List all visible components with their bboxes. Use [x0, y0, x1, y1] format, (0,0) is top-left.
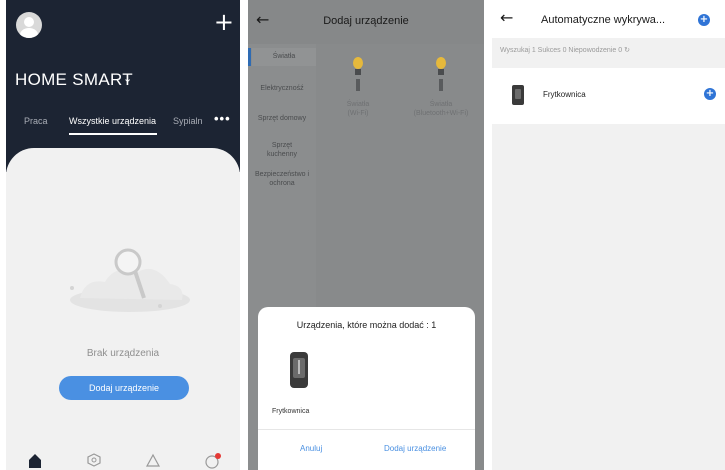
page-title: Automatyczne wykrywa...	[541, 14, 666, 26]
add-device-confirm-button[interactable]: Dodaj urządzenie	[384, 444, 446, 453]
discovered-devices-sheet: Urządzenia, które można dodać : 1 Frytko…	[258, 307, 475, 470]
bulb-bt-icon[interactable]	[434, 55, 448, 93]
profile-icon[interactable]	[204, 452, 222, 470]
more-icon[interactable]: •••	[214, 111, 231, 126]
add-device-icon[interactable]: +	[704, 88, 716, 100]
avatar[interactable]	[16, 12, 42, 38]
bulb-icon[interactable]	[351, 55, 365, 93]
add-circle-icon[interactable]: +	[698, 14, 710, 26]
fryer-icon	[512, 85, 524, 105]
category-kitchen[interactable]: Sprzęt kuchenny	[264, 141, 300, 159]
divider	[258, 429, 475, 430]
home-icon[interactable]	[27, 452, 43, 468]
status-text: Wyszukaj 1 Sukces 0 Niepowodzenie 0	[500, 47, 623, 54]
category-selected-indicator	[248, 48, 251, 66]
tab-sypialnia[interactable]: Sypialn	[173, 116, 203, 126]
scene-icon[interactable]	[86, 452, 102, 468]
cancel-button[interactable]: Anuluj	[300, 444, 322, 453]
category-lights[interactable]: Światła	[252, 48, 316, 66]
device-row[interactable]: Frytkownica +	[492, 68, 725, 124]
device-light-wifi-label: Światła (Wi-Fi)	[318, 100, 398, 118]
category-electric[interactable]: Elektrycznośź	[248, 84, 316, 93]
add-device-button[interactable]: Dodaj urządzenie	[59, 376, 189, 400]
chevron-down-icon[interactable]: ⌄	[123, 72, 132, 85]
tab-underline	[69, 133, 157, 135]
search-status: Wyszukaj 1 Sukces 0 Niepowodzenie 0 ↻	[500, 46, 630, 54]
empty-message: Brak urządzenia	[86, 348, 160, 359]
device-name: Światła	[429, 101, 453, 108]
refresh-icon[interactable]: ↻	[624, 47, 630, 54]
home-screen: + HOME SMART ⌄ Praca Wszystkie urządzeni…	[6, 0, 240, 470]
tab-all-devices[interactable]: Wszystkie urządzenia	[69, 116, 156, 126]
sheet-device-name[interactable]: Frytkownica	[272, 408, 309, 415]
add-plus-icon[interactable]: +	[214, 10, 234, 34]
empty-illustration-icon	[70, 248, 190, 312]
category-home-appliance[interactable]: Sprzęt domowy	[248, 114, 316, 123]
smart-icon[interactable]	[145, 452, 161, 468]
category-security[interactable]: Bezpieczeństwo i ochrona	[252, 170, 312, 188]
device-sub: (Bluetooth+Wi-Fi)	[413, 110, 469, 117]
device-name: Światła	[346, 101, 370, 108]
content-area	[6, 148, 240, 208]
page-title: Dodaj urządzenie	[323, 15, 409, 27]
device-light-bt-label: Światła (Bluetooth+Wi-Fi)	[401, 100, 481, 118]
back-arrow-icon[interactable]: ←	[500, 8, 513, 27]
fryer-icon[interactable]	[288, 352, 310, 390]
add-device-screen: ← Dodaj urządzenie Światła Elektrycznośź…	[248, 0, 484, 470]
tab-praca[interactable]: Praca	[24, 116, 48, 126]
home-name[interactable]: HOME SMART	[15, 70, 133, 90]
device-sub: (Wi-Fi)	[347, 110, 369, 117]
sheet-title: Urządzenia, które można dodać : 1	[296, 320, 437, 330]
device-name: Frytkownica	[543, 90, 586, 99]
auto-discovery-screen: ← Automatyczne wykrywa... + Wyszukaj 1 S…	[492, 0, 725, 470]
